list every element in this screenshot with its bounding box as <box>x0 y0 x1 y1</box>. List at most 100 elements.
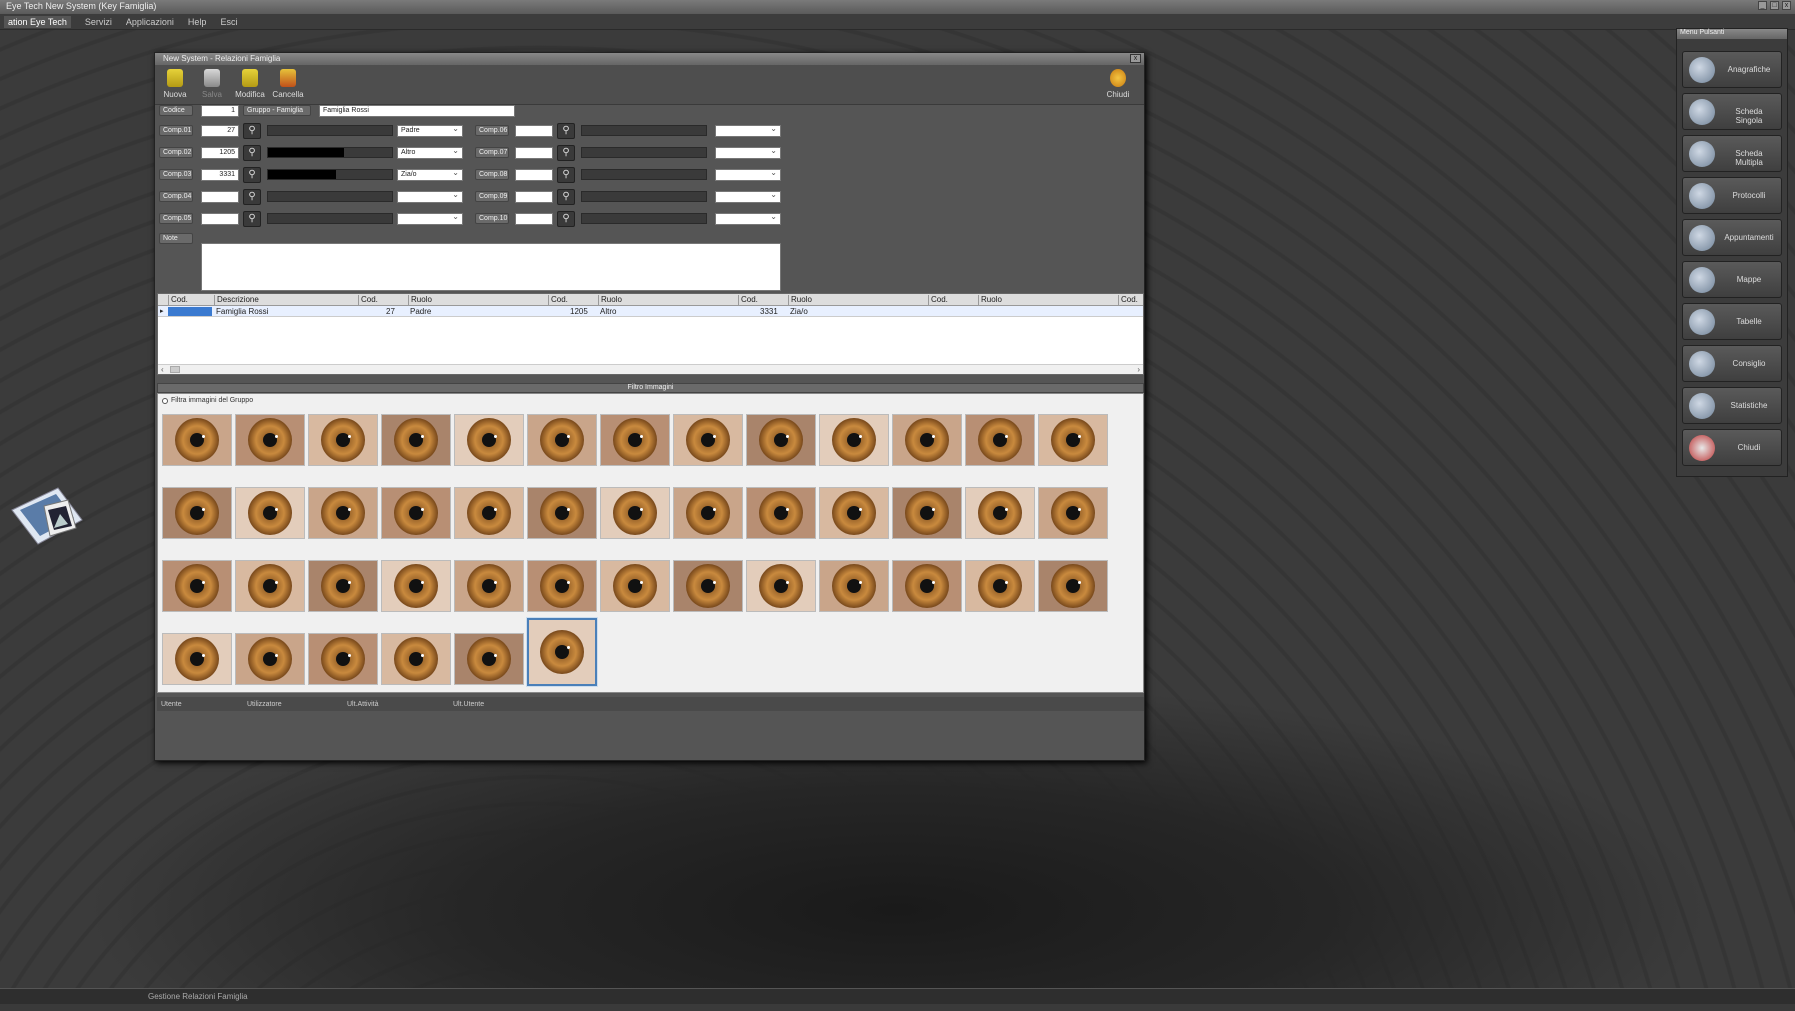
comp06-ruolo-select[interactable] <box>715 124 781 137</box>
comp09-code-input[interactable] <box>515 191 553 203</box>
iris-thumbnail[interactable] <box>162 560 232 612</box>
scroll-left-icon[interactable]: ‹ <box>161 365 164 374</box>
comp05-code-input[interactable] <box>201 213 239 225</box>
comp04-search-icon[interactable]: ⚲ <box>243 189 261 205</box>
row-cod-cell[interactable] <box>168 307 212 316</box>
statistiche-button[interactable]: Statistiche <box>1682 387 1782 424</box>
comp01-search-icon[interactable]: ⚲ <box>243 123 261 139</box>
iris-thumbnail[interactable] <box>819 414 889 466</box>
col-cod4-header[interactable]: Cod. <box>928 295 948 305</box>
iris-thumbnail[interactable] <box>381 560 451 612</box>
salva-button[interactable]: Salva <box>194 69 230 99</box>
menu-applicazioni[interactable]: Applicazioni <box>126 17 174 27</box>
comp07-search-icon[interactable]: ⚲ <box>557 145 575 161</box>
iris-thumbnail[interactable] <box>527 414 597 466</box>
iris-thumbnail[interactable] <box>162 487 232 539</box>
iris-thumbnail[interactable] <box>819 487 889 539</box>
iris-thumbnail[interactable] <box>965 414 1035 466</box>
col-ruolo1-header[interactable]: Ruolo <box>408 295 432 305</box>
comp08-ruolo-select[interactable] <box>715 168 781 181</box>
protocolli-button[interactable]: Protocolli <box>1682 177 1782 214</box>
iris-thumbnail[interactable] <box>527 487 597 539</box>
iris-thumbnail[interactable] <box>600 414 670 466</box>
chiudi-panel-button[interactable]: Chiudi <box>1682 429 1782 466</box>
menu-app[interactable]: ation Eye Tech <box>4 15 71 28</box>
scroll-thumb[interactable] <box>170 366 180 373</box>
anagrafiche-button[interactable]: Anagrafiche <box>1682 51 1782 88</box>
comp09-ruolo-select[interactable] <box>715 190 781 203</box>
grid-horizontal-scrollbar[interactable]: ‹ › <box>158 364 1143 374</box>
iris-thumbnail[interactable] <box>1038 487 1108 539</box>
nuova-button[interactable]: Nuova <box>157 69 193 99</box>
comp08-code-input[interactable] <box>515 169 553 181</box>
col-cod1-header[interactable]: Cod. <box>358 295 378 305</box>
col-descrizione-header[interactable]: Descrizione <box>214 295 259 305</box>
row-cod2-cell[interactable]: 1205 <box>570 307 588 316</box>
minimize-button[interactable]: _ <box>1758 1 1767 10</box>
row-ruolo3-cell[interactable]: Zia/o <box>790 307 808 316</box>
iris-thumbnail[interactable] <box>308 487 378 539</box>
col-ruolo3-header[interactable]: Ruolo <box>788 295 812 305</box>
table-row[interactable]: ▸ Famiglia Rossi 27 Padre 1205 Altro 333… <box>158 306 1143 317</box>
iris-thumbnail[interactable] <box>746 487 816 539</box>
comp01-ruolo-select[interactable]: Padre <box>397 124 463 137</box>
scheda-multipla-button[interactable]: Scheda Multipla <box>1682 135 1782 172</box>
chiudi-button[interactable]: Chiudi <box>1100 69 1136 99</box>
comp02-search-icon[interactable]: ⚲ <box>243 145 261 161</box>
iris-thumbnail[interactable] <box>1038 414 1108 466</box>
desktop-photos-icon[interactable] <box>8 470 90 550</box>
comp02-ruolo-select[interactable]: Altro <box>397 146 463 159</box>
iris-thumbnail[interactable] <box>235 560 305 612</box>
comp08-search-icon[interactable]: ⚲ <box>557 167 575 183</box>
modifica-button[interactable]: Modifica <box>232 69 268 99</box>
iris-thumbnail[interactable] <box>381 414 451 466</box>
iris-thumbnail[interactable] <box>381 487 451 539</box>
col-cod5-header[interactable]: Cod. <box>1118 295 1138 305</box>
iris-thumbnail[interactable] <box>892 487 962 539</box>
comp07-ruolo-select[interactable] <box>715 146 781 159</box>
row-descrizione-cell[interactable]: Famiglia Rossi <box>216 307 268 316</box>
comp01-code-input[interactable]: 27 <box>201 125 239 137</box>
iris-thumbnail[interactable] <box>454 414 524 466</box>
col-cod-header[interactable]: Cod. <box>168 295 188 305</box>
iris-thumbnail[interactable] <box>527 618 597 686</box>
note-textarea[interactable] <box>201 243 781 291</box>
filtra-gruppo-option[interactable]: Filtra immagini del Gruppo <box>162 397 253 404</box>
iris-thumbnail[interactable] <box>600 487 670 539</box>
comp03-code-input[interactable]: 3331 <box>201 169 239 181</box>
iris-thumbnail[interactable] <box>235 633 305 685</box>
window-close-button[interactable]: x <box>1130 54 1141 63</box>
comp04-code-input[interactable] <box>201 191 239 203</box>
iris-thumbnail[interactable] <box>965 487 1035 539</box>
comp03-search-icon[interactable]: ⚲ <box>243 167 261 183</box>
row-ruolo1-cell[interactable]: Padre <box>410 307 431 316</box>
iris-thumbnail[interactable] <box>673 560 743 612</box>
iris-thumbnail[interactable] <box>381 633 451 685</box>
gruppo-input[interactable]: Famiglia Rossi <box>319 105 515 117</box>
consiglio-button[interactable]: Consiglio <box>1682 345 1782 382</box>
filtra-gruppo-radio[interactable] <box>162 397 168 404</box>
iris-thumbnail[interactable] <box>673 414 743 466</box>
iris-thumbnail[interactable] <box>308 560 378 612</box>
iris-thumbnail[interactable] <box>162 414 232 466</box>
row-ruolo2-cell[interactable]: Altro <box>600 307 616 316</box>
row-cod3-cell[interactable]: 3331 <box>760 307 778 316</box>
iris-thumbnail[interactable] <box>235 487 305 539</box>
close-app-button[interactable]: x <box>1782 1 1791 10</box>
iris-thumbnail[interactable] <box>162 633 232 685</box>
iris-thumbnail[interactable] <box>819 560 889 612</box>
comp09-search-icon[interactable]: ⚲ <box>557 189 575 205</box>
iris-thumbnail[interactable] <box>600 560 670 612</box>
comp02-code-input[interactable]: 1205 <box>201 147 239 159</box>
comp10-code-input[interactable] <box>515 213 553 225</box>
col-ruolo4-header[interactable]: Ruolo <box>978 295 1002 305</box>
comp05-ruolo-select[interactable] <box>397 212 463 225</box>
iris-thumbnail[interactable] <box>673 487 743 539</box>
comp05-search-icon[interactable]: ⚲ <box>243 211 261 227</box>
iris-thumbnail[interactable] <box>454 560 524 612</box>
iris-thumbnail[interactable] <box>746 414 816 466</box>
iris-thumbnail[interactable] <box>965 560 1035 612</box>
iris-thumbnail[interactable] <box>454 633 524 685</box>
comp06-search-icon[interactable]: ⚲ <box>557 123 575 139</box>
scheda-singola-button[interactable]: Scheda Singola <box>1682 93 1782 130</box>
